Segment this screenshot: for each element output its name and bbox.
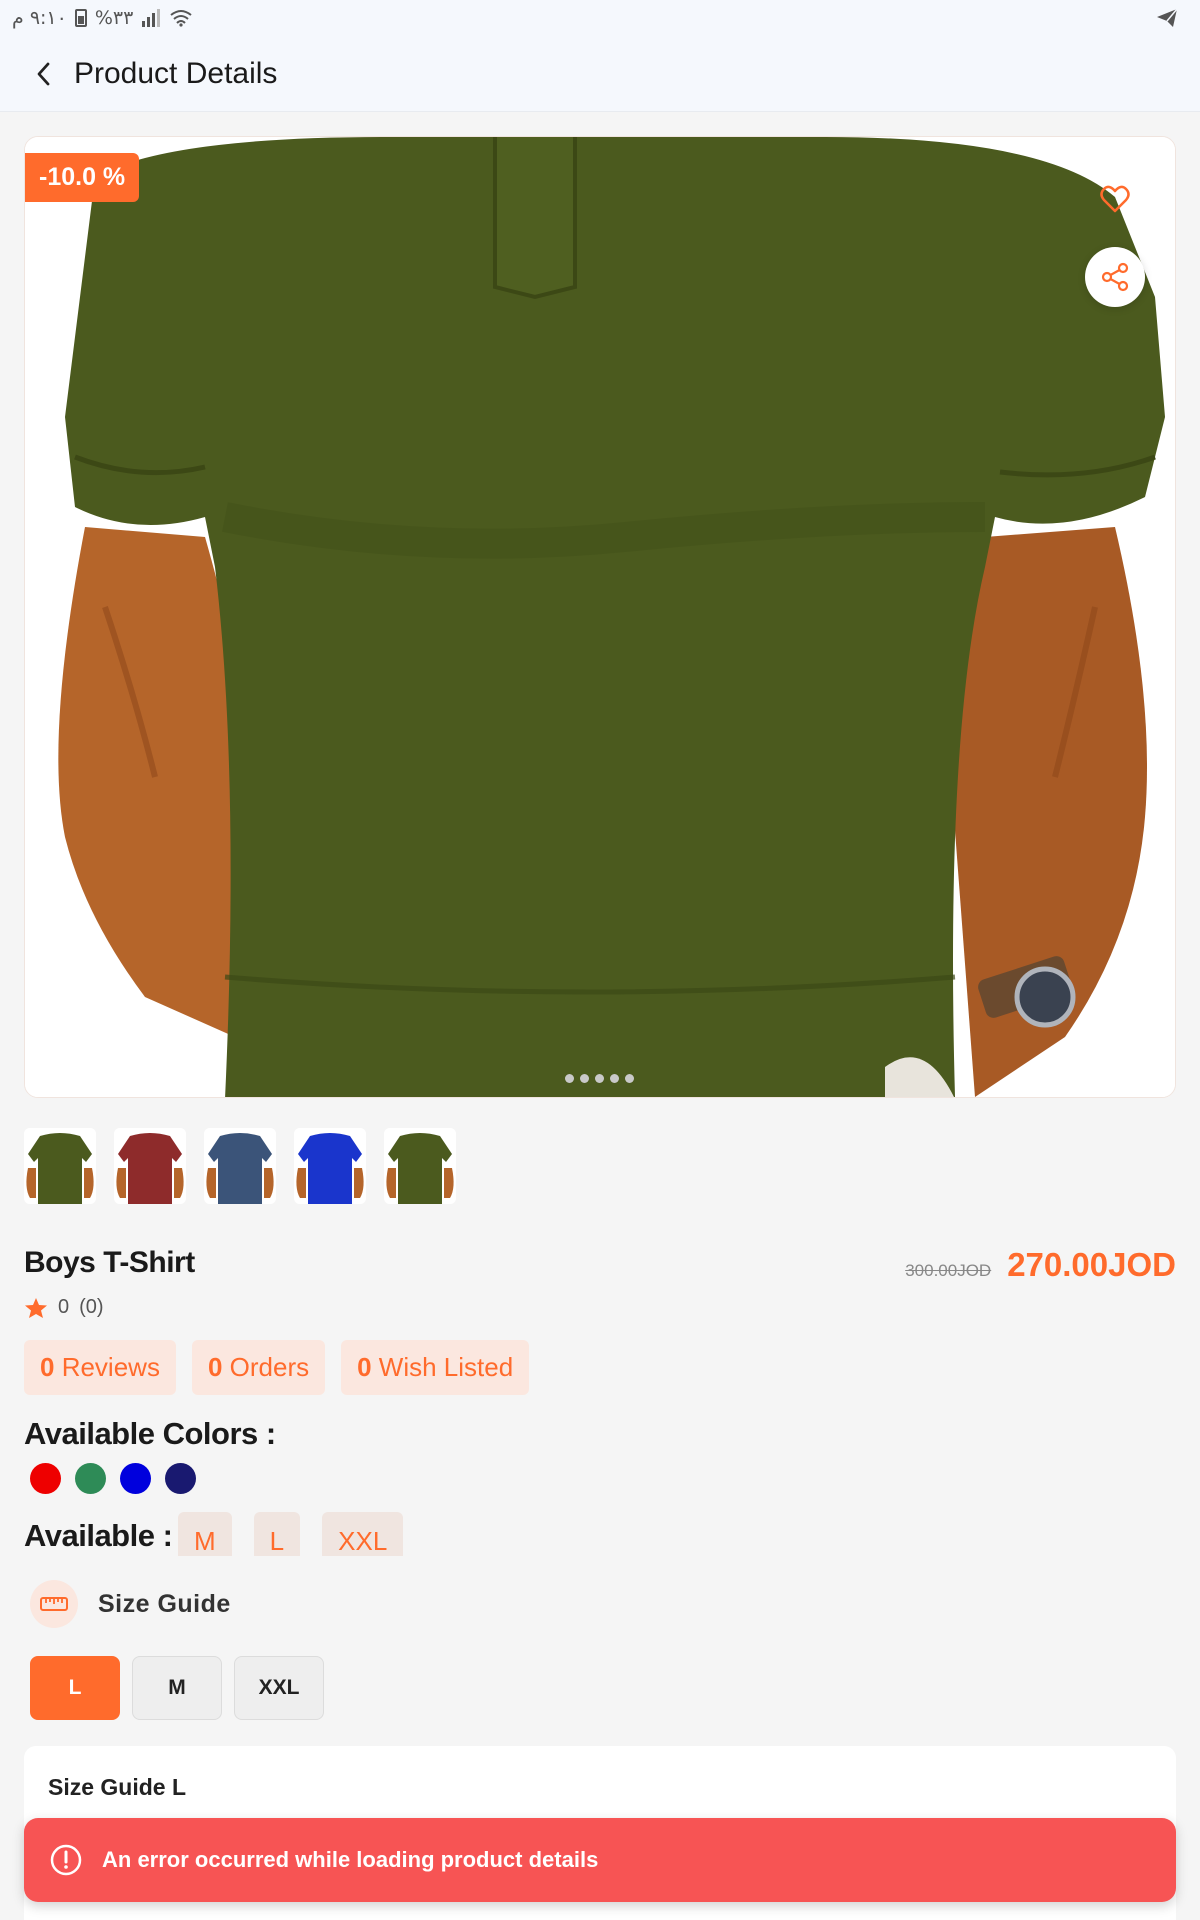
reviews-chip[interactable]: 0 Reviews [24,1340,176,1395]
wishlist-label: Wish Listed [371,1352,514,1382]
orders-label: Orders [222,1352,310,1382]
rating-count: (0) [79,1296,104,1318]
battery-level: %٣٣ [94,7,134,29]
chevron-left-icon [37,62,50,85]
thumbnail-image [114,1128,186,1204]
telegram-send-icon [1157,8,1178,27]
thumbnail-strip [24,1128,456,1204]
ruler-icon [40,1597,68,1611]
color-swatch[interactable] [165,1463,196,1494]
size-guide-card-title: Size Guide L [48,1774,187,1800]
product-image [25,137,1175,1097]
size-guide-options: L M XXL [30,1656,324,1720]
alert-circle-icon [50,1844,82,1876]
carousel-dot[interactable] [610,1074,619,1083]
thumbnail-image [24,1128,96,1204]
carousel-dot[interactable] [565,1074,574,1083]
signal-bars-icon [142,9,161,27]
status-left: ٩:١٠ م %٣٣ [12,7,193,29]
available-size-chip[interactable]: L [253,1512,301,1556]
star-icon [25,1297,47,1318]
size-guide-header[interactable]: Size Guide [30,1580,231,1628]
product-image-carousel[interactable]: -10.0 % [24,136,1176,1098]
product-thumbnail[interactable] [384,1128,456,1204]
thumbnail-image [384,1128,456,1204]
thumbnail-image [294,1128,366,1204]
product-name: Boys T-Shirt [24,1246,195,1279]
size-option-l[interactable]: L [30,1656,120,1720]
product-thumbnail[interactable] [24,1128,96,1204]
rating-row: 0 (0) [24,1296,104,1319]
size-guide-label: Size Guide [98,1589,231,1618]
error-message: An error occurred while loading product … [102,1847,599,1872]
wishlist-chip: 0 Wish Listed [341,1340,530,1395]
discount-badge: -10.0 % [25,153,140,202]
error-toast: An error occurred while loading product … [24,1818,1176,1902]
available-size-chip[interactable]: XXL [322,1512,404,1556]
size-option-xxl[interactable]: XXL [234,1656,324,1720]
color-swatches [30,1463,196,1494]
available-colors-title: Available Colors : [24,1416,276,1451]
available-size-chip[interactable]: M [178,1512,232,1556]
page-title: Product Details [74,56,278,90]
share-button[interactable] [1085,247,1145,307]
rating-value: 0 [58,1296,70,1318]
app-bar: Product Details [0,36,1200,112]
orders-count: 0 [207,1352,223,1382]
carousel-dot[interactable] [625,1074,634,1083]
orders-chip: 0 Orders [191,1340,326,1395]
status-bar: ٩:١٠ م %٣٣ [0,0,1200,36]
carousel-dot[interactable] [595,1074,604,1083]
thumbnail-image [204,1128,276,1204]
back-button[interactable] [24,54,64,94]
available-sizes-title: Available : [24,1518,173,1553]
color-swatch[interactable] [30,1463,61,1494]
size-option-m[interactable]: M [132,1656,222,1720]
wishlist-count: 0 [357,1352,372,1382]
available-sizes: M L XXL [178,1512,404,1556]
carousel-dots [565,1074,634,1083]
color-swatch[interactable] [120,1463,151,1494]
reviews-count: 0 [40,1352,55,1382]
share-icon [1101,262,1129,292]
favorite-button[interactable] [1089,173,1141,225]
price-block: 300.00JOD 270.00JOD [905,1246,1176,1284]
heart-icon [1100,185,1130,213]
product-thumbnail[interactable] [204,1128,276,1204]
product-thumbnail[interactable] [294,1128,366,1204]
ruler-icon-wrap [30,1580,78,1628]
current-price: 270.00JOD [1007,1246,1176,1283]
reviews-label: Reviews [54,1352,160,1382]
stats-row: 0 Reviews 0 Orders 0 Wish Listed [24,1340,530,1395]
status-time: ٩:١٠ م [12,7,67,29]
old-price: 300.00JOD [905,1261,992,1280]
battery-icon [74,9,87,27]
product-thumbnail[interactable] [114,1128,186,1204]
carousel-dot[interactable] [580,1074,589,1083]
wifi-icon [170,10,192,27]
color-swatch[interactable] [75,1463,106,1494]
